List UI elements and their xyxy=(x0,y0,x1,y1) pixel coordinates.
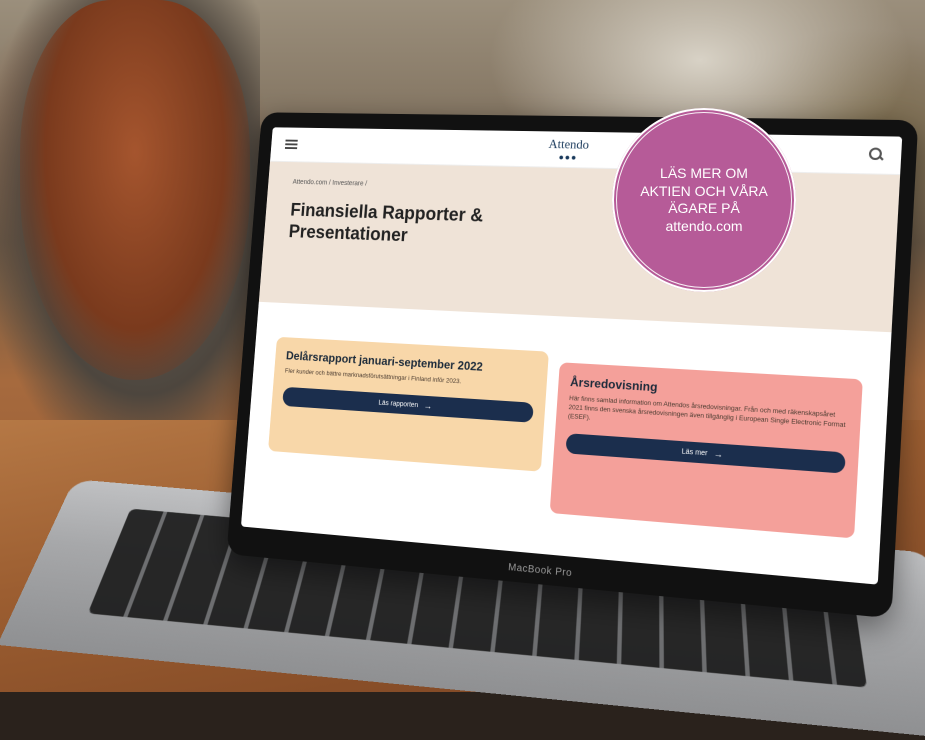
menu-icon[interactable] xyxy=(285,140,298,150)
read-report-label: Läs rapporten xyxy=(378,399,418,408)
interim-report-card: Delårsrapport januari-september 2022 Fle… xyxy=(268,337,549,472)
logo-mark-icon: ●●● xyxy=(548,152,589,163)
promo-text: LÄS MER OM AKTIEN OCH VÅRA ÄGARE PÅ atte… xyxy=(629,165,779,235)
cards-row: Delårsrapport januari-september 2022 Fle… xyxy=(244,302,891,541)
promo-circle-badge[interactable]: LÄS MER OM AKTIEN OCH VÅRA ÄGARE PÅ atte… xyxy=(612,108,796,292)
site-logo[interactable]: Attendo ●●● xyxy=(548,136,590,162)
promo-line-4[interactable]: attendo.com xyxy=(629,218,779,236)
read-more-button[interactable]: Läs mer → xyxy=(565,433,845,473)
laptop-screen: Attendo ●●● Attendo.com / Investerare / … xyxy=(241,127,902,584)
promo-line-3: ÄGARE PÅ xyxy=(629,200,779,218)
page-title: Finansiella Rapporter & Presentationer xyxy=(288,200,528,251)
arrow-right-icon: → xyxy=(713,449,723,460)
annual-report-card: Årsredovisning Här finns samlad informat… xyxy=(550,362,863,538)
logo-text: Attendo xyxy=(548,136,589,152)
read-report-button[interactable]: Läs rapporten → xyxy=(282,387,534,423)
laptop-lid: Attendo ●●● Attendo.com / Investerare / … xyxy=(226,112,918,618)
person-hair xyxy=(20,0,250,380)
arrow-right-icon: → xyxy=(423,401,432,411)
search-icon[interactable] xyxy=(869,147,885,162)
read-more-label: Läs mer xyxy=(681,448,707,457)
promo-line-2: AKTIEN OCH VÅRA xyxy=(629,183,779,201)
promo-line-1: LÄS MER OM xyxy=(629,165,779,183)
